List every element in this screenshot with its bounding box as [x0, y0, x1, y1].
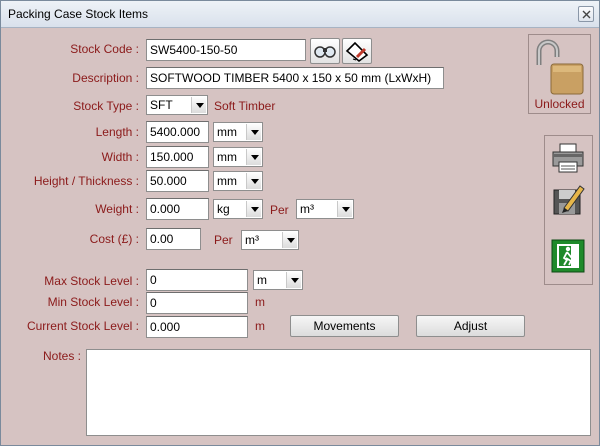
width-label: Width :	[101, 150, 139, 164]
description-input[interactable]: SOFTWOOD TIMBER 5400 x 150 x 50 mm (LxWx…	[146, 67, 444, 89]
save-edit-icon	[553, 185, 585, 215]
save-button[interactable]	[550, 182, 586, 218]
title-bar: Packing Case Stock Items	[1, 1, 599, 28]
stock-code-input[interactable]: SW5400-150-50	[146, 39, 306, 61]
stock-type-label: Stock Type :	[73, 99, 139, 113]
length-unit-value: mm	[217, 125, 237, 139]
weight-per-value: m³	[300, 202, 314, 216]
cost-label: Cost (£) :	[89, 232, 139, 246]
chevron-down-icon	[246, 149, 261, 165]
chevron-down-icon	[191, 97, 206, 113]
max-stock-label: Max Stock Level :	[44, 274, 139, 288]
height-unit-select[interactable]: mm	[213, 171, 263, 191]
cost-per-label: Per	[214, 233, 233, 247]
chevron-down-icon	[246, 124, 261, 140]
adjust-button[interactable]: Adjust	[416, 315, 525, 337]
lock-status-label: Unlocked	[534, 97, 585, 111]
edit-code-button[interactable]	[342, 38, 372, 64]
exit-icon	[551, 239, 585, 273]
height-label: Height / Thickness :	[33, 174, 139, 188]
weight-input[interactable]: 0.000	[146, 198, 209, 220]
cost-per-select[interactable]: m³	[241, 230, 299, 250]
max-stock-unit-value: m	[257, 273, 267, 287]
min-stock-unit: m	[255, 295, 265, 309]
width-unit-value: mm	[217, 150, 237, 164]
movements-button[interactable]: Movements	[290, 315, 399, 337]
length-input[interactable]: 5400.000	[146, 121, 209, 143]
max-stock-input[interactable]: 0	[146, 269, 248, 291]
length-label: Length :	[95, 125, 139, 139]
window-title: Packing Case Stock Items	[8, 7, 149, 21]
cost-per-value: m³	[245, 233, 259, 247]
binoculars-icon	[314, 46, 336, 58]
weight-per-label: Per	[270, 203, 289, 217]
description-label: Description :	[72, 71, 139, 85]
weight-unit-select[interactable]: kg	[213, 199, 263, 219]
height-unit-value: mm	[217, 174, 237, 188]
cost-input[interactable]: 0.00	[146, 228, 201, 250]
notes-textarea[interactable]	[86, 349, 591, 436]
weight-label: Weight :	[95, 202, 139, 216]
lock-toggle[interactable]: Unlocked	[528, 34, 591, 114]
chevron-down-icon	[337, 201, 352, 217]
min-stock-label: Min Stock Level :	[47, 295, 139, 309]
close-button[interactable]	[578, 6, 594, 22]
notes-label: Notes :	[42, 349, 81, 363]
chevron-down-icon	[246, 173, 261, 189]
current-stock-unit: m	[255, 319, 265, 333]
chevron-down-icon	[246, 201, 261, 217]
padlock-open-icon	[536, 39, 584, 95]
stock-items-window: Packing Case Stock Items Stock Code : SW…	[0, 0, 600, 446]
stock-code-label: Stock Code :	[70, 42, 139, 56]
length-unit-select[interactable]: mm	[213, 122, 263, 142]
width-unit-select[interactable]: mm	[213, 147, 263, 167]
side-toolbar	[544, 135, 593, 285]
height-input[interactable]: 50.000	[146, 170, 209, 192]
printer-icon	[552, 143, 584, 173]
chevron-down-icon	[282, 232, 297, 248]
weight-per-select[interactable]: m³	[296, 199, 354, 219]
find-button[interactable]	[310, 38, 340, 64]
max-stock-unit-select[interactable]: m	[253, 270, 303, 290]
chevron-down-icon	[286, 272, 301, 288]
width-input[interactable]: 150.000	[146, 146, 209, 168]
print-button[interactable]	[550, 140, 586, 176]
current-stock-label: Current Stock Level :	[26, 319, 139, 333]
min-stock-input[interactable]: 0	[146, 292, 248, 314]
stock-type-text: Soft Timber	[214, 99, 276, 113]
exit-button[interactable]	[550, 238, 586, 274]
edit-pencil-icon	[345, 41, 369, 63]
stock-type-value: SFT	[150, 98, 173, 112]
stock-type-select[interactable]: SFT	[146, 95, 208, 115]
close-icon	[582, 10, 591, 19]
form-area: Stock Code : SW5400-150-50 Description :…	[1, 29, 599, 445]
current-stock-input[interactable]: 0.000	[146, 316, 248, 338]
weight-unit-value: kg	[217, 202, 230, 216]
